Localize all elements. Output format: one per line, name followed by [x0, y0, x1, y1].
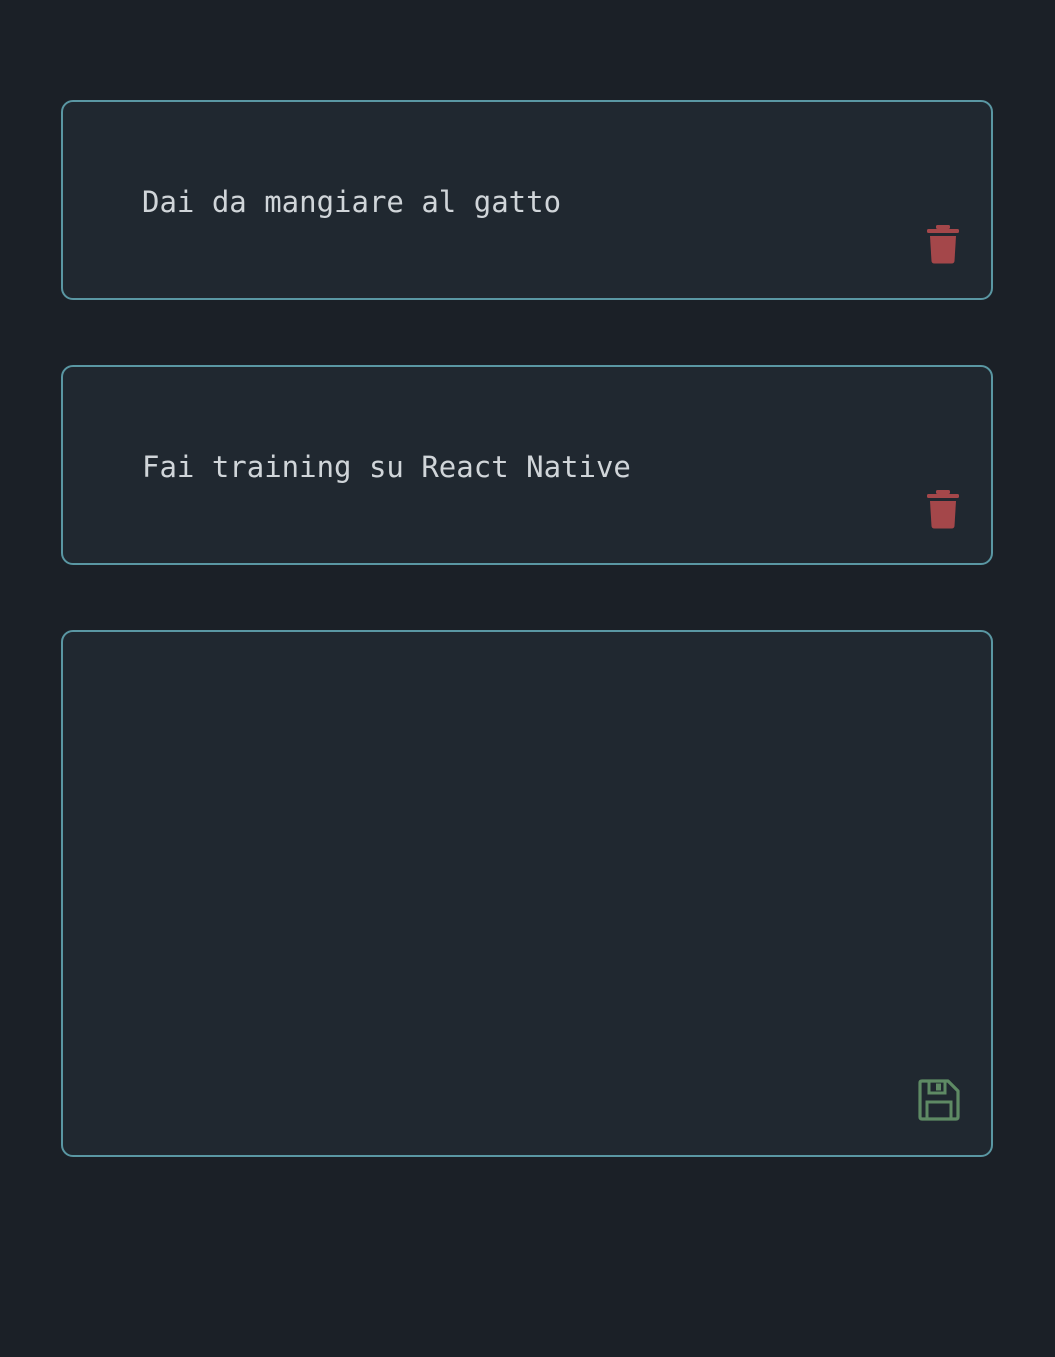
- todo-item-text: Dai da mangiare al gatto: [142, 185, 562, 219]
- floppy-disk-save-icon: [918, 1079, 960, 1121]
- delete-button[interactable]: [926, 489, 960, 529]
- save-button[interactable]: [917, 1078, 961, 1122]
- trash-icon: [927, 225, 959, 264]
- todo-item: Fai training su React Native: [61, 365, 993, 565]
- todo-item-text: Fai training su React Native: [142, 450, 631, 484]
- new-todo-editor: [61, 630, 993, 1157]
- delete-button[interactable]: [926, 224, 960, 264]
- new-todo-input[interactable]: [83, 652, 911, 1135]
- trash-icon: [927, 490, 959, 529]
- todo-item: Dai da mangiare al gatto: [61, 100, 993, 300]
